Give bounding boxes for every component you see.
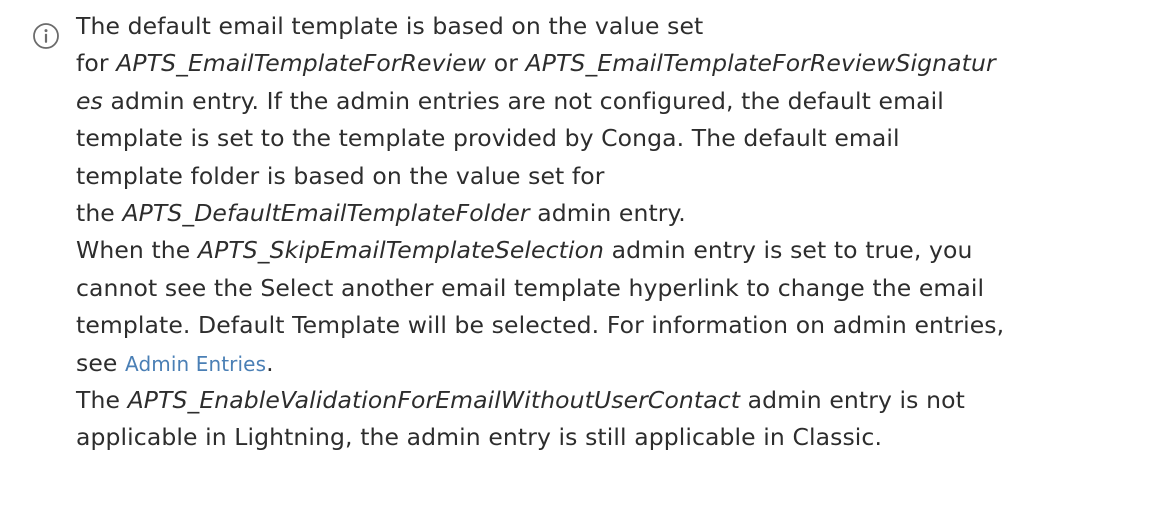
note-text: admin entry is set to true, you [604, 236, 973, 265]
note-text: . [266, 348, 274, 377]
text-line: The default email template is based on t… [76, 8, 1166, 45]
note-text: template is set to the template provided… [76, 124, 900, 153]
note-text: the [76, 198, 123, 227]
note-text: template folder is based on the value se… [76, 161, 605, 190]
admin-entry-name: es [76, 86, 103, 115]
text-line: template folder is based on the value se… [76, 158, 1166, 195]
note-text: see [76, 348, 126, 377]
text-line: cannot see the Select another email temp… [76, 270, 1166, 307]
note-text: admin entry. [529, 198, 686, 227]
text-line: applicable in Lightning, the admin entry… [76, 419, 1166, 456]
text-line: template. Default Template will be selec… [76, 307, 1166, 344]
admin-entry-name: APTS_EmailTemplateForReview [116, 49, 487, 78]
note-text: admin entry is not [740, 385, 965, 414]
note-text: or [486, 49, 526, 78]
admin-entry-name: APTS_DefaultEmailTemplateFolder [122, 198, 530, 227]
note-text: When the [76, 236, 198, 265]
note-text: The default email template is based on t… [76, 12, 704, 40]
text-line: The APTS_EnableValidationForEmailWithout… [76, 382, 1166, 419]
text-line: see Admin Entries. [76, 345, 1166, 382]
note-content: The default email template is based on t… [76, 8, 1166, 457]
text-line: es admin entry. If the admin entries are… [76, 83, 1166, 120]
note-text: cannot see the Select another email temp… [76, 273, 985, 302]
note-text: The [76, 385, 128, 414]
admin-entries-link[interactable]: Admin Entries [125, 352, 266, 376]
text-line: the APTS_DefaultEmailTemplateFolder admi… [76, 195, 1166, 232]
note-text: for [76, 49, 117, 78]
note-text: admin entry. If the admin entries are no… [102, 86, 944, 115]
admin-entry-name: APTS_SkipEmailTemplateSelection [197, 236, 605, 265]
info-icon [33, 23, 59, 49]
note-text: template. Default Template will be selec… [76, 311, 1005, 340]
info-note: The default email template is based on t… [0, 0, 1175, 528]
admin-entry-name: APTS_EnableValidationForEmailWithoutUser… [127, 385, 741, 414]
note-text: applicable in Lightning, the admin entry… [76, 423, 883, 452]
text-line: When the APTS_SkipEmailTemplateSelection… [76, 232, 1166, 269]
text-line: template is set to the template provided… [76, 120, 1166, 157]
text-line: for APTS_EmailTemplateForReview or APTS_… [76, 45, 1166, 82]
admin-entry-name: APTS_EmailTemplateForReviewSignatur [525, 49, 996, 78]
